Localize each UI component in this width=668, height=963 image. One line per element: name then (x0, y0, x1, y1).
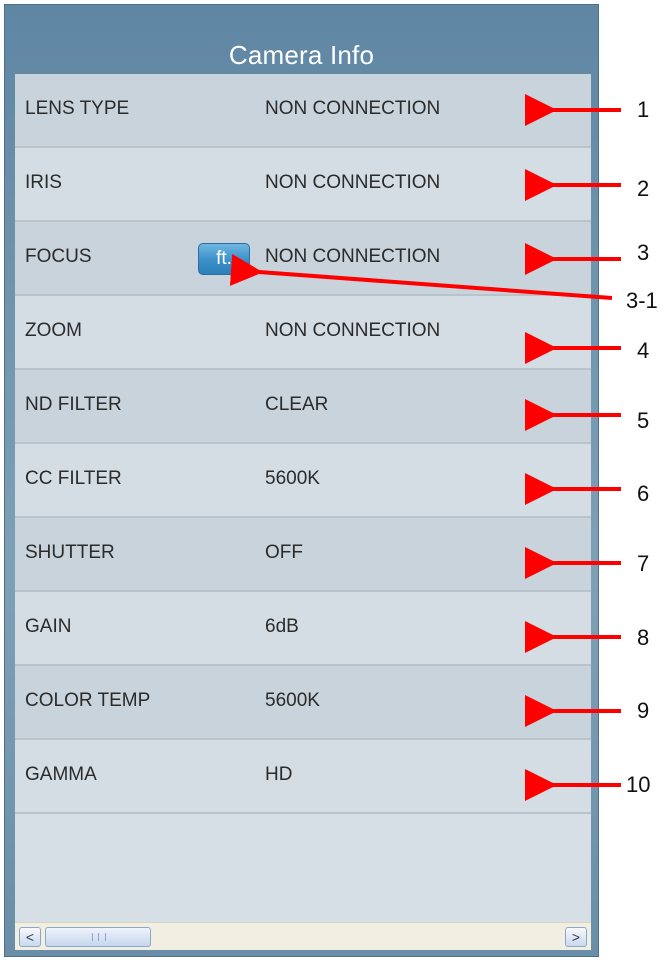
row-label: GAIN (25, 616, 72, 637)
row-label: LENS TYPE (25, 98, 130, 119)
callout-1: 1 (637, 97, 650, 122)
row-focus: FOCUS ft. NON CONNECTION (15, 222, 591, 296)
row-gain: GAIN 6dB (15, 592, 591, 666)
row-value: HD (265, 764, 293, 785)
callout-9: 9 (637, 698, 650, 723)
chevron-right-icon[interactable]: > (565, 927, 587, 947)
row-label: SHUTTER (25, 542, 115, 563)
row-value: OFF (265, 542, 303, 563)
camera-info-panel: Camera Info LENS TYPE NON CONNECTION IRI… (4, 4, 599, 957)
row-value: NON CONNECTION (265, 98, 441, 119)
row-label: ND FILTER (25, 394, 122, 415)
row-value: CLEAR (265, 394, 329, 415)
callout-5: 5 (637, 408, 650, 433)
panel-title: Camera Info (228, 40, 375, 70)
chevron-left-icon[interactable]: < (19, 927, 41, 947)
row-value: 5600K (265, 468, 320, 489)
row-label: CC FILTER (25, 468, 122, 489)
callout-10: 10 (626, 772, 651, 797)
row-shutter: SHUTTER OFF (15, 518, 591, 592)
row-zoom: ZOOM NON CONNECTION (15, 296, 591, 370)
row-label: GAMMA (25, 764, 97, 785)
grip-icon (92, 933, 106, 941)
callout-8: 8 (637, 625, 650, 650)
row-color-temp: COLOR TEMP 5600K (15, 666, 591, 740)
horizontal-scrollbar[interactable]: < > (15, 922, 591, 950)
scrollbar-thumb[interactable] (45, 927, 151, 947)
callout-3-1: 3-1 (626, 288, 658, 313)
callout-3: 3 (637, 240, 650, 265)
callout-7: 7 (637, 551, 650, 576)
callout-2: 2 (637, 176, 650, 201)
row-label: IRIS (25, 172, 62, 193)
row-label: FOCUS (25, 246, 92, 267)
focus-unit-button[interactable]: ft. (198, 243, 250, 275)
callout-4: 4 (637, 338, 650, 363)
row-gamma: GAMMA HD (15, 740, 591, 814)
row-iris: IRIS NON CONNECTION (15, 148, 591, 222)
row-value: NON CONNECTION (265, 246, 441, 267)
row-value: NON CONNECTION (265, 172, 441, 193)
row-label: COLOR TEMP (25, 690, 151, 711)
row-value: 5600K (265, 690, 320, 711)
row-value: 6dB (265, 616, 299, 637)
callout-6: 6 (637, 481, 650, 506)
row-cc-filter: CC FILTER 5600K (15, 444, 591, 518)
row-nd-filter: ND FILTER CLEAR (15, 370, 591, 444)
row-value: NON CONNECTION (265, 320, 441, 341)
row-lens-type: LENS TYPE NON CONNECTION (15, 74, 591, 148)
camera-info-list: LENS TYPE NON CONNECTION IRIS NON CONNEC… (15, 74, 591, 922)
row-label: ZOOM (25, 320, 82, 341)
